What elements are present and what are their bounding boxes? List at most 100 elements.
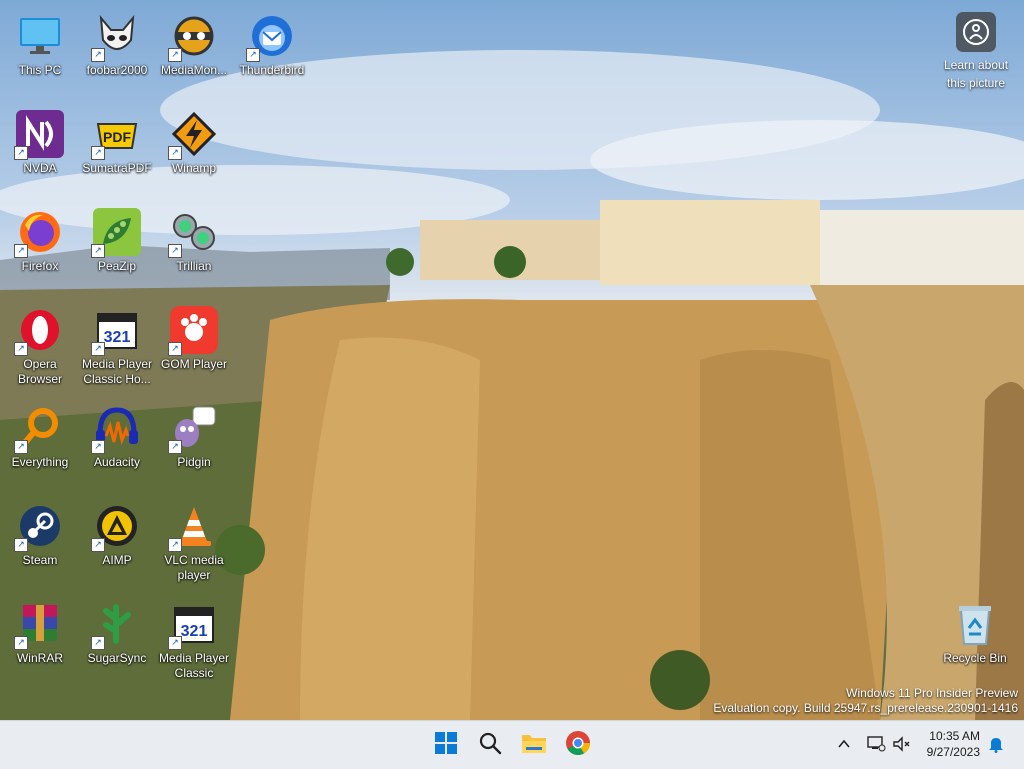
chevron-up-icon: [837, 737, 851, 754]
desktop-icon-steam[interactable]: ↗ Steam: [2, 496, 78, 568]
desktop-icon-label: Pidgin: [177, 455, 211, 469]
volume-muted-icon: [892, 735, 912, 756]
desktop-icon-thunderbird[interactable]: ↗ Thunderbird: [234, 6, 310, 78]
desktop-icon-label: SugarSync: [87, 651, 147, 665]
shortcut-arrow-icon: ↗: [168, 636, 182, 650]
desktop-icon-winamp[interactable]: ↗ Winamp: [156, 104, 232, 176]
desktop-icon-label: This PC: [18, 63, 62, 77]
shortcut-arrow-icon: ↗: [14, 538, 28, 552]
volume-button[interactable]: [890, 733, 914, 757]
learn-about-picture-button[interactable]: Learn about this picture: [938, 8, 1014, 92]
desktop-icon-label: Firefox: [21, 259, 59, 273]
foobar-icon: ↗: [91, 12, 141, 62]
nvda-icon: ↗: [14, 110, 64, 160]
network-icon: [866, 735, 886, 756]
shortcut-arrow-icon: ↗: [14, 440, 28, 454]
firefox-icon: ↗: [14, 208, 64, 258]
shortcut-arrow-icon: ↗: [14, 636, 28, 650]
svg-text:321: 321: [181, 623, 208, 640]
svg-text:PDF: PDF: [103, 129, 131, 145]
shortcut-arrow-icon: ↗: [14, 146, 28, 160]
desktop-icon-mpc[interactable]: 321 ↗ Media Player Classic: [156, 594, 232, 681]
pidgin-icon: ↗: [168, 404, 218, 454]
shortcut-arrow-icon: ↗: [168, 244, 182, 258]
trillian-icon: ↗: [168, 208, 218, 258]
desktop-icon-peazip[interactable]: ↗ PeaZip: [79, 202, 155, 274]
vlc-icon: ↗: [168, 502, 218, 552]
desktop-icon-firefox[interactable]: ↗ Firefox: [2, 202, 78, 274]
desktop-icon-nvda[interactable]: ↗ NVDA: [2, 104, 78, 176]
desktop-icon-recycle-bin[interactable]: Recycle Bin: [937, 594, 1013, 666]
desktop-icon-label: SumatraPDF: [82, 161, 152, 175]
shortcut-arrow-icon: ↗: [91, 538, 105, 552]
desktop-icon-trillian[interactable]: ↗ Trillian: [156, 202, 232, 274]
clock-time: 10:35 AM: [929, 729, 980, 743]
sumatrapdf-icon: PDF ↗: [91, 110, 141, 160]
clock-date: 9/27/2023: [926, 745, 980, 759]
search-button[interactable]: [470, 725, 510, 765]
desktop-icon-label: AIMP: [102, 553, 132, 567]
start-button[interactable]: [426, 725, 466, 765]
show-hidden-icons-button[interactable]: [832, 733, 856, 757]
chrome-button[interactable]: [558, 725, 598, 765]
desktop-icon-opera[interactable]: ↗ Opera Browser: [2, 300, 78, 387]
clock[interactable]: 10:35 AM 9/27/2023: [927, 728, 980, 760]
network-status-button[interactable]: [864, 733, 888, 757]
audacity-icon: ↗: [91, 404, 141, 454]
desktop-icon-label: Winamp: [171, 161, 216, 175]
desktop-icon-label: WinRAR: [16, 651, 63, 665]
sugarsync-icon: ↗: [91, 600, 141, 650]
desktop-icon-label: Recycle Bin: [943, 651, 1007, 665]
winrar-icon: ↗: [14, 600, 64, 650]
desktop-icon-pidgin[interactable]: ↗ Pidgin: [156, 398, 232, 470]
desktop-icon-foobar2000[interactable]: ↗ foobar2000: [79, 6, 155, 78]
desktop-icon-label: VLC media player: [164, 553, 224, 582]
winamp-icon: ↗: [168, 110, 218, 160]
shortcut-arrow-icon: ↗: [14, 244, 28, 258]
watermark-line-2: Evaluation copy. Build 25947.rs_prerelea…: [713, 701, 1018, 715]
desktop-icon-audacity[interactable]: ↗ Audacity: [79, 398, 155, 470]
gom-player-icon: ↗: [168, 306, 218, 356]
desktop-icon-label: PeaZip: [97, 259, 137, 273]
desktop-icon-everything[interactable]: ↗ Everything: [2, 398, 78, 470]
shortcut-arrow-icon: ↗: [91, 342, 105, 356]
shortcut-arrow-icon: ↗: [14, 342, 28, 356]
shortcut-arrow-icon: ↗: [91, 440, 105, 454]
desktop-icon-this-pc[interactable]: This PC: [2, 6, 78, 78]
file-explorer-button[interactable]: [514, 725, 554, 765]
peazip-icon: ↗: [91, 208, 141, 258]
desktop-icon-label: MediaMon...: [160, 63, 228, 77]
everything-icon: ↗: [14, 404, 64, 454]
desktop-icon-label: Steam: [22, 553, 58, 567]
mediamonkey-icon: ↗: [168, 12, 218, 62]
desktop-icon-mpc-hc[interactable]: 321 ↗ Media Player Classic Ho...: [79, 300, 155, 387]
aimp-icon: ↗: [91, 502, 141, 552]
desktop-icon-sumatrapdf[interactable]: PDF ↗ SumatraPDF: [79, 104, 155, 176]
desktop-icon-winrar[interactable]: ↗ WinRAR: [2, 594, 78, 666]
evaluation-watermark: Windows 11 Pro Insider Preview Evaluatio…: [713, 686, 1018, 716]
camera-info-icon: [956, 12, 996, 52]
desktop-icon-gom-player[interactable]: ↗ GOM Player: [156, 300, 232, 372]
desktop-icon-label: Audacity: [93, 455, 141, 469]
shortcut-arrow-icon: ↗: [91, 636, 105, 650]
search-icon: [478, 731, 502, 760]
desktop-icon-label: NVDA: [23, 161, 57, 175]
thunderbird-icon: ↗: [246, 12, 296, 62]
desktop-icon-label: Everything: [11, 455, 69, 469]
desktop-icon-label: Thunderbird: [239, 63, 305, 77]
taskbar: 10:35 AM 9/27/2023: [0, 720, 1024, 769]
learn-about-picture-label: Learn about this picture: [943, 58, 1009, 90]
notifications-button[interactable]: [984, 733, 1008, 757]
shortcut-arrow-icon: ↗: [91, 48, 105, 62]
computer-icon: [16, 12, 64, 60]
mpc-hc-icon: 321 ↗: [91, 306, 141, 356]
watermark-line-1: Windows 11 Pro Insider Preview: [846, 686, 1018, 700]
desktop-icon-label: GOM Player: [160, 357, 227, 371]
desktop-icon-sugarsync[interactable]: ↗ SugarSync: [79, 594, 155, 666]
desktop-icon-vlc[interactable]: ↗ VLC media player: [156, 496, 232, 583]
shortcut-arrow-icon: ↗: [168, 440, 182, 454]
desktop-icon-label: Media Player Classic: [158, 651, 230, 680]
desktop-icon-aimp[interactable]: ↗ AIMP: [79, 496, 155, 568]
shortcut-arrow-icon: ↗: [168, 538, 182, 552]
desktop-icon-mediamonkey[interactable]: ↗ MediaMon...: [156, 6, 232, 78]
